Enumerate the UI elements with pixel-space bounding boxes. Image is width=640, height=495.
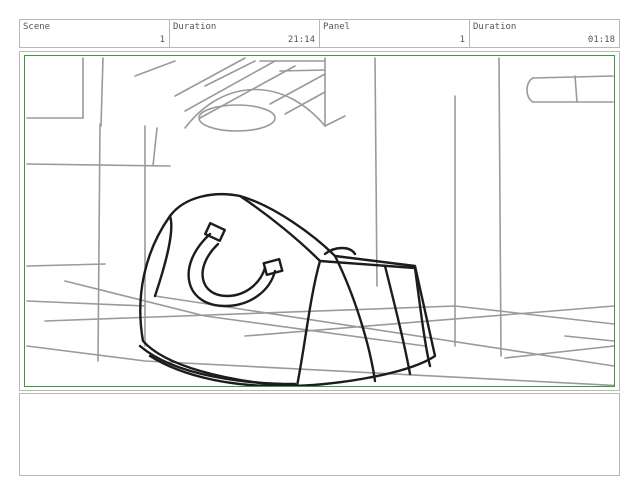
- panel-info-header: Scene 1 Duration 21:14 Panel 1 Duration …: [19, 19, 620, 48]
- scene-duration-cell: Duration 21:14: [170, 20, 320, 47]
- scene-label: Scene: [23, 22, 51, 32]
- panel-duration-label: Duration: [473, 22, 517, 32]
- scene-duration-label: Duration: [173, 22, 217, 32]
- duffel-bag-sketch: [138, 193, 437, 386]
- panel-value: 1: [459, 35, 465, 45]
- panel-label: Panel: [323, 22, 351, 32]
- panel-duration-value: 01:18: [587, 35, 615, 45]
- camera-frame: [24, 55, 615, 387]
- left-pillar: [97, 123, 101, 362]
- panel-cell: Panel 1: [320, 20, 470, 47]
- storyboard-panel: [19, 51, 620, 391]
- ceiling-lamp: [198, 104, 276, 132]
- scene-duration-value: 21:14: [287, 35, 315, 45]
- scene-cell: Scene 1: [20, 20, 170, 47]
- notes-area[interactable]: [19, 393, 620, 476]
- pipe: [532, 75, 614, 79]
- scene-value: 1: [159, 35, 165, 45]
- panel-duration-cell: Duration 01:18: [470, 20, 619, 47]
- sketch-drawing: [26, 57, 614, 386]
- center-pillar: [374, 57, 378, 287]
- wall-line: [26, 57, 84, 119]
